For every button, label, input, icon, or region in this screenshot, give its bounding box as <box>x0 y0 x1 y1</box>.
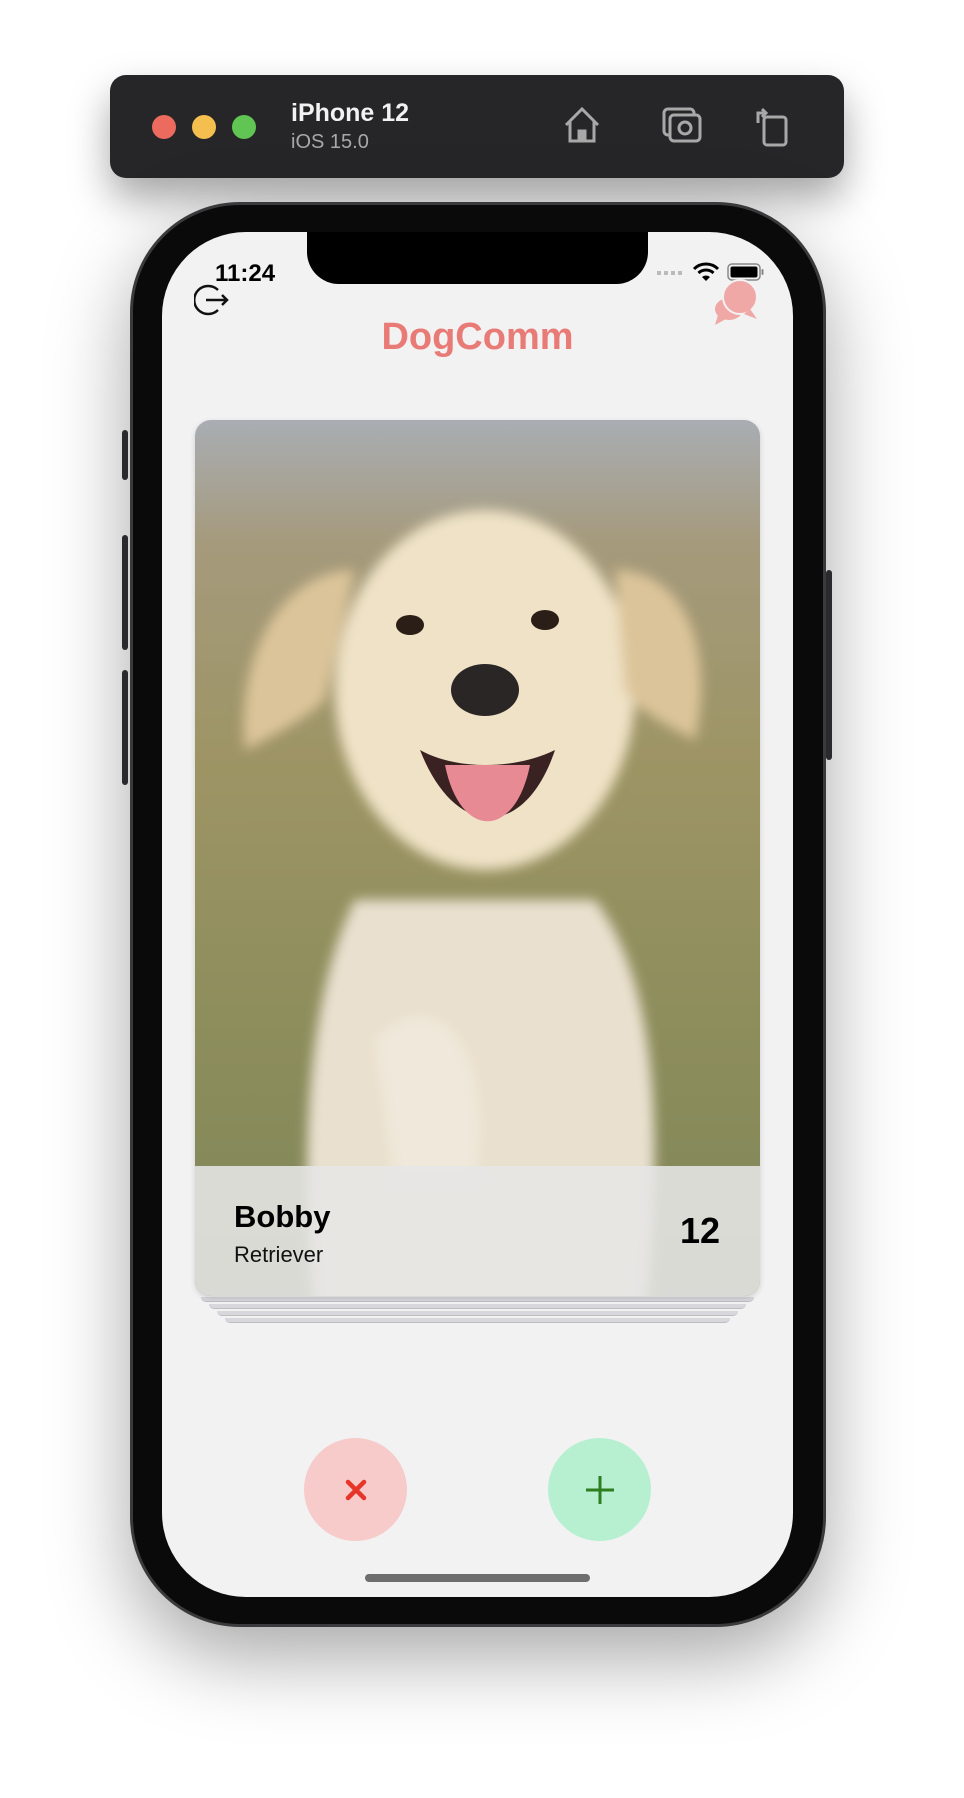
os-version: iOS 15.0 <box>291 131 369 153</box>
reject-button[interactable] <box>304 1438 407 1541</box>
notch <box>307 232 648 284</box>
dog-photo <box>195 420 760 1296</box>
dog-card[interactable]: Bobby Retriever 12 <box>195 420 760 1296</box>
dog-card-stack: Bobby Retriever 12 <box>195 420 760 1323</box>
plus-icon <box>585 1475 614 1504</box>
home-indicator[interactable] <box>365 1574 590 1582</box>
signal-icon <box>657 271 682 275</box>
x-icon <box>345 1479 366 1500</box>
logout-icon[interactable] <box>194 282 230 318</box>
dog-info-panel: Bobby Retriever 12 <box>195 1166 760 1296</box>
dog-age: 12 <box>679 1210 720 1251</box>
app-screen: 11:24 DogComm Bobby Retriever 12 <box>162 232 793 1597</box>
stacked-card <box>201 1297 754 1302</box>
device-name: iPhone 12 <box>291 99 410 127</box>
stacked-card <box>217 1311 738 1316</box>
accept-button[interactable] <box>548 1438 651 1541</box>
power-button <box>826 570 832 760</box>
chat-bubbles-icon[interactable] <box>712 277 760 327</box>
volume-down-button <box>122 670 128 785</box>
window-zoom-button[interactable] <box>232 115 256 139</box>
app-title: DogComm <box>381 316 574 358</box>
screenshot-icon[interactable] <box>660 103 704 147</box>
home-icon[interactable] <box>560 103 604 147</box>
dog-name: Bobby <box>234 1199 331 1234</box>
mute-switch <box>122 430 128 480</box>
stacked-card <box>225 1318 730 1323</box>
stacked-card <box>209 1304 746 1309</box>
rotate-icon[interactable] <box>750 103 794 147</box>
volume-up-button <box>122 535 128 650</box>
simulator-toolbar: iPhone 12 iOS 15.0 <box>110 75 844 178</box>
window-close-button[interactable] <box>152 115 176 139</box>
window-minimize-button[interactable] <box>192 115 216 139</box>
dog-breed: Retriever <box>234 1242 324 1267</box>
